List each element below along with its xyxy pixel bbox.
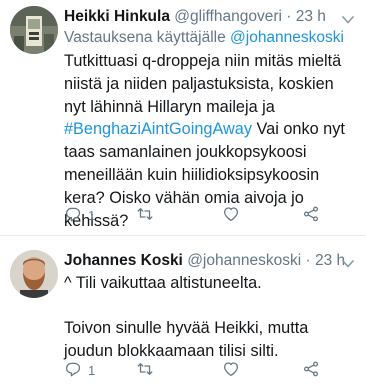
tweet-actions: 1 — [64, 360, 324, 380]
display-name[interactable]: Johannes Koski — [64, 252, 183, 269]
like-button[interactable] — [222, 205, 240, 225]
tweet-actions: 1 — [64, 205, 324, 225]
avatar[interactable] — [10, 6, 58, 54]
separator-dot: · — [286, 8, 292, 25]
share-button[interactable] — [302, 360, 320, 380]
chevron-down-icon[interactable] — [342, 256, 354, 268]
hashtag-link[interactable]: #BenghaziAintGoingAway — [64, 120, 252, 138]
tweet-paragraph: Toivon sinulle hyvää Heikki, mutta joudu… — [64, 318, 309, 360]
reply-icon — [64, 205, 82, 226]
heart-icon — [222, 205, 240, 226]
reply-icon — [64, 360, 82, 381]
retweet-button[interactable] — [136, 205, 154, 225]
timestamp[interactable]: 23 h — [315, 252, 345, 269]
reply-count: 1 — [88, 207, 96, 223]
reply-button[interactable]: 1 — [64, 205, 95, 225]
replying-handle-link[interactable]: @johanneskoski — [230, 29, 344, 46]
avatar[interactable] — [10, 250, 58, 298]
display-name[interactable]: Heikki Hinkula — [64, 8, 170, 25]
share-icon — [302, 205, 320, 226]
retweet-button[interactable] — [136, 360, 154, 380]
replying-to: Vastauksena käyttäjälle @johanneskoski — [64, 28, 344, 48]
user-handle[interactable]: @johanneskoski — [187, 252, 301, 269]
user-handle[interactable]: @gliffhangoveri — [174, 8, 282, 25]
reply-button[interactable]: 1 — [64, 360, 95, 380]
tweet[interactable]: Heikki Hinkula @gliffhangoveri · 23 h Va… — [0, 0, 366, 236]
reply-count: 1 — [88, 362, 96, 378]
avatar-image — [10, 250, 58, 298]
tweet-text: ^ Tili vaikuttaa altistuneelta. Toivon s… — [64, 272, 358, 362]
share-button[interactable] — [302, 205, 320, 225]
chevron-down-icon[interactable] — [342, 12, 354, 24]
avatar-image — [10, 6, 58, 54]
separator-dot: · — [305, 252, 311, 269]
share-icon — [302, 360, 320, 381]
retweet-icon — [136, 360, 154, 381]
tweet-paragraph: ^ Tili vaikuttaa altistuneelta. — [64, 274, 262, 292]
retweet-icon — [136, 205, 154, 226]
tweet-header: Heikki Hinkula @gliffhangoveri · 23 h — [64, 7, 346, 27]
timestamp[interactable]: 23 h — [296, 8, 326, 25]
tweet[interactable]: Johannes Koski @johanneskoski · 23 h ^ T… — [0, 236, 366, 388]
tweet-header: Johannes Koski @johanneskoski · 23 h — [64, 251, 346, 271]
like-button[interactable] — [222, 360, 240, 380]
heart-icon — [222, 360, 240, 381]
replying-prefix: Vastauksena käyttäjälle — [64, 29, 226, 46]
tweet-text-part: Tutkittuasi q-droppeja niin mitäs mieltä… — [64, 52, 342, 116]
